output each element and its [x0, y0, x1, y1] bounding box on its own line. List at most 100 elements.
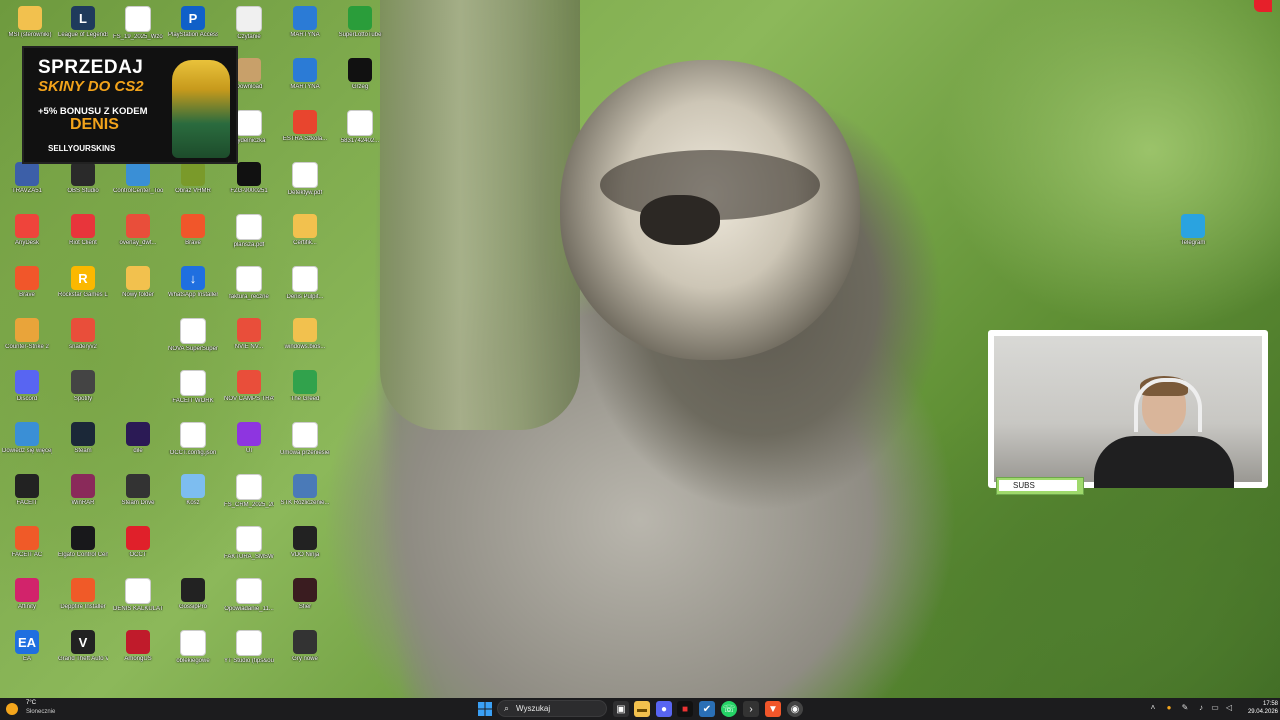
desktop-icon-label: FACEIT: [16, 500, 38, 506]
desktop-icon[interactable]: OCCT: [113, 526, 163, 559]
desktop-icon[interactable]: FS_19_2025_Wzor...: [113, 6, 163, 41]
desktop-icon[interactable]: ESTRA Szkola...: [280, 110, 330, 143]
desktop-icon[interactable]: Riot Client: [58, 214, 108, 247]
chrome-taskbar-button[interactable]: ◉: [787, 701, 803, 717]
desktop-icon[interactable]: FZG-9000251: [224, 162, 274, 195]
desktop-icon[interactable]: MSI (sterowniki): [5, 6, 55, 39]
desktop-icon[interactable]: Nowy folder: [113, 266, 163, 299]
desktop-app-icon: [125, 6, 151, 32]
desktop-icon[interactable]: UI: [224, 422, 274, 455]
discord-taskbar-button[interactable]: ●: [656, 701, 672, 717]
desktop-icon[interactable]: Kosz: [168, 474, 218, 507]
desktop-icon[interactable]: Czytanie: [224, 6, 274, 41]
capture-app-button[interactable]: ■: [677, 701, 693, 717]
desktop-icon[interactable]: faktura_reczne: [224, 266, 274, 301]
desktop-icon[interactable]: AnyDesk: [2, 214, 52, 247]
desktop-icon[interactable]: snaderyv2: [58, 318, 108, 351]
desktop-icon[interactable]: L League of Legends: [58, 6, 108, 39]
tray-app-icon[interactable]: ●: [1164, 703, 1174, 713]
desktop-icon[interactable]: WinRAR: [58, 474, 108, 507]
volume-icon[interactable]: ◁: [1224, 703, 1234, 713]
desktop-icon[interactable]: FAKTURA_SMSW LUTY: [224, 526, 274, 561]
desktop-icon-label: Grzeg: [351, 84, 369, 90]
desktop-app-icon: [15, 318, 39, 342]
desktop-icon[interactable]: NVIE NV...: [224, 318, 274, 351]
desktop-icon[interactable]: TRAVZA51: [2, 162, 52, 195]
desktop-icon[interactable]: V Grand Theft Auto V Legacy: [58, 630, 108, 663]
desktop-icon[interactable]: SuperLottoTube: [335, 6, 385, 39]
start-button[interactable]: [477, 701, 493, 717]
desktop-icon[interactable]: P PlayStation Access...: [168, 6, 218, 39]
desktop-icon[interactable]: Counter-Strike 2: [2, 318, 52, 351]
desktop-icon[interactable]: Steam: [58, 422, 108, 455]
desktop-icon[interactable]: GossipPro: [168, 578, 218, 611]
desktop-icon[interactable]: overlay_dwt...: [113, 214, 163, 247]
desktop-icon[interactable]: 5831742402...: [335, 110, 385, 145]
desktop-icon[interactable]: NOV CAMPS TRAVEL: [224, 370, 274, 403]
desktop-icon[interactable]: OCCT.config.json: [168, 422, 218, 457]
desktop-icon[interactable]: Telegram: [1168, 214, 1218, 247]
desktop-icon[interactable]: Discord: [2, 370, 52, 403]
desktop-icon[interactable]: FACEIT WORK: [168, 370, 218, 405]
desktop-app-icon: [126, 526, 150, 550]
desktop-icon[interactable]: Grzeg: [335, 58, 385, 91]
desktop-icon[interactable]: Deppfire Installer: [58, 578, 108, 611]
desktop-icon[interactable]: NOVA SuperSuper...: [168, 318, 218, 353]
whatsapp-button[interactable]: ☏: [721, 701, 737, 717]
desktop-icon[interactable]: Spotify: [58, 370, 108, 403]
desktop-icon[interactable]: The Greed: [280, 370, 330, 403]
desktop-icon[interactable]: Detektyw.pdf: [280, 162, 330, 197]
tray-mic-icon[interactable]: ♪: [1196, 703, 1206, 713]
file-explorer-button[interactable]: ▬: [634, 701, 650, 717]
desktop-icon[interactable]: Umowa przeniesienia: [280, 422, 330, 457]
desktop-icon[interactable]: FACEIT: [2, 474, 52, 507]
desktop-icon[interactable]: Sfier: [280, 578, 330, 611]
desktop-icon[interactable]: MARTYNA: [280, 6, 330, 39]
terminal-button[interactable]: ›: [743, 701, 759, 717]
network-icon[interactable]: ▭: [1210, 703, 1220, 713]
desktop-icon[interactable]: windows.bios...: [280, 318, 330, 351]
desktop-app-icon: P: [181, 6, 205, 30]
desktop-icon[interactable]: Steam Drive: [113, 474, 163, 507]
task-view-button[interactable]: ▣: [613, 701, 629, 717]
desktop-icon[interactable]: DENIS KALKULATOR.FX: [113, 578, 163, 613]
desktop-icon[interactable]: STK Rozliczenie...: [280, 474, 330, 507]
desktop-app-icon: [180, 630, 206, 656]
windows-logo-icon: [478, 702, 492, 716]
desktop-icon[interactable]: AmongUS: [113, 630, 163, 663]
desktop-app-icon: [15, 474, 39, 498]
desktop-icon[interactable]: FACEIT AC: [2, 526, 52, 559]
desktop-icon[interactable]: Dowiedz się więcej o tym zdjęciu: [2, 422, 52, 455]
desktop-app-icon: [15, 370, 39, 394]
desktop-icon[interactable]: dile: [113, 422, 163, 455]
desktop-icon[interactable]: EA EA: [2, 630, 52, 663]
desktop-icon[interactable]: Brave: [168, 214, 218, 247]
desktop-icon[interactable]: Opowiadanie_11...: [224, 578, 274, 613]
desktop-icon[interactable]: oblekiegowe: [168, 630, 218, 665]
desktop-icon[interactable]: plansza.pdf: [224, 214, 274, 249]
taskbar-search-box[interactable]: ⌕ Wyszukaj: [497, 700, 607, 717]
desktop-icon[interactable]: VDO Ninja: [280, 526, 330, 559]
brave-taskbar-button[interactable]: ▼: [765, 701, 781, 717]
desktop-icon[interactable]: OBS Studio: [58, 162, 108, 195]
desktop-icon[interactable]: ControlCenter_Tool: [113, 162, 163, 195]
tray-pen-icon[interactable]: ✎: [1180, 703, 1190, 713]
desktop-icon[interactable]: Denis Pulpit...: [280, 266, 330, 301]
tray-overflow-chevron-icon[interactable]: ˄: [1148, 703, 1158, 713]
desktop-icon[interactable]: Affinity: [2, 578, 52, 611]
desktop-icon[interactable]: ↓ WhatsApp Installer: [168, 266, 218, 299]
desktop-icon[interactable]: Elgato Control Center: [58, 526, 108, 559]
taskbar-clock[interactable]: 17:58 29.04.2026: [1238, 700, 1278, 716]
desktop-icon[interactable]: Obraz VHMR: [168, 162, 218, 195]
desktop-icon[interactable]: MARTYNA: [280, 58, 330, 91]
desktop-app-icon: [15, 422, 39, 446]
code-editor-button[interactable]: ✔: [699, 701, 715, 717]
desktop-icon[interactable]: Certifik...: [280, 214, 330, 247]
desktop-icon-label: DENIS KALKULATOR.FX: [113, 606, 163, 612]
desktop-icon[interactable]: YT Studio (tips&outline): [224, 630, 274, 665]
desktop-icon[interactable]: R Rockstar Games Launcher: [58, 266, 108, 299]
desktop-icon[interactable]: FS_CRM_2025_2026.pdf: [224, 474, 274, 509]
desktop-icon[interactable]: Gry nowe: [280, 630, 330, 663]
desktop-icon[interactable]: Brave: [2, 266, 52, 299]
weather-condition: Słonecznie: [26, 709, 56, 715]
